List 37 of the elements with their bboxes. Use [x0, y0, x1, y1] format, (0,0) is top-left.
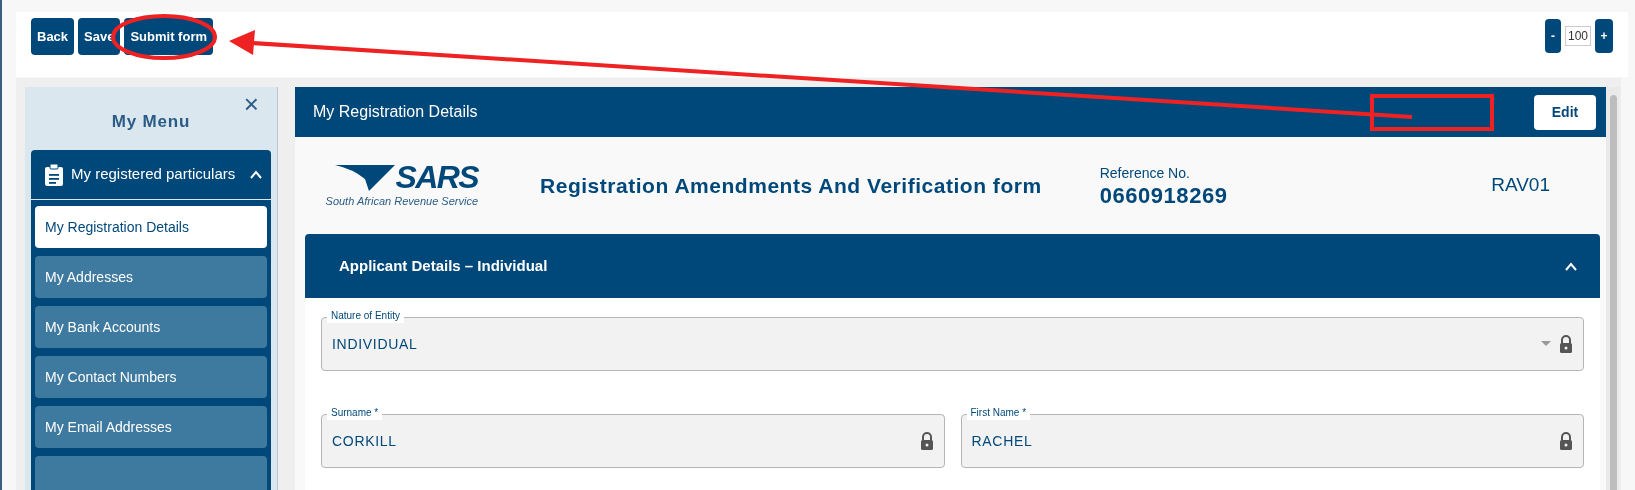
zoom-in-button[interactable]: + — [1595, 19, 1613, 53]
close-button[interactable]: × — [243, 91, 259, 117]
sidebar-item[interactable]: My Bank Accounts — [35, 306, 267, 348]
toolbar-button[interactable]: Back — [31, 18, 75, 55]
reference-label: Reference No. — [1099, 164, 1191, 183]
field-value: INDIVIDUAL — [332, 334, 419, 354]
sidebar-item[interactable]: My Contact Numbers — [35, 356, 267, 398]
lock-icon — [919, 432, 934, 450]
reference-number: 0660918269 — [1099, 184, 1228, 208]
lock-icon — [1559, 335, 1573, 353]
field-value: RACHEL — [971, 431, 1034, 451]
field-label: First Name * — [966, 406, 1031, 420]
chevron-up-icon[interactable] — [249, 170, 263, 179]
dropdown-arrow-icon[interactable] — [1541, 341, 1551, 347]
lock-icon — [1559, 432, 1573, 450]
zoom-out-button[interactable]: - — [1544, 19, 1561, 53]
panel-title: My Registration Details — [313, 102, 478, 122]
clipboard-icon — [45, 163, 63, 186]
field-label: Surname * — [327, 406, 383, 420]
zoom-level-field[interactable]: 100 — [1564, 26, 1591, 46]
sidebar-title: My Menu — [111, 110, 191, 133]
field-label: Nature of Entity — [327, 309, 404, 323]
chevron-up-icon[interactable] — [1564, 261, 1578, 271]
sidebar-item[interactable]: My Registration Details — [35, 206, 267, 248]
sidebar-item[interactable]: My Addresses — [35, 256, 267, 298]
sidebar-group-header[interactable]: My registered particulars — [31, 150, 271, 200]
form-code: RAV01 — [1491, 173, 1550, 198]
logo-text: SARS — [395, 161, 478, 194]
section-title: Applicant Details – Individual — [339, 255, 548, 276]
logo-subtitle: South African Revenue Service — [325, 194, 478, 210]
form-title: Registration Amendments And Verification form — [540, 172, 1042, 199]
swoosh-icon — [335, 163, 396, 194]
sidebar-group-label: My registered particulars — [71, 164, 237, 185]
field-value: CORKILL — [332, 431, 398, 451]
edit-button[interactable]: Edit — [1534, 94, 1596, 130]
section-header[interactable]: Applicant Details – Individual — [305, 234, 1600, 298]
sidebar-item[interactable]: My Email Addresses — [35, 406, 267, 448]
